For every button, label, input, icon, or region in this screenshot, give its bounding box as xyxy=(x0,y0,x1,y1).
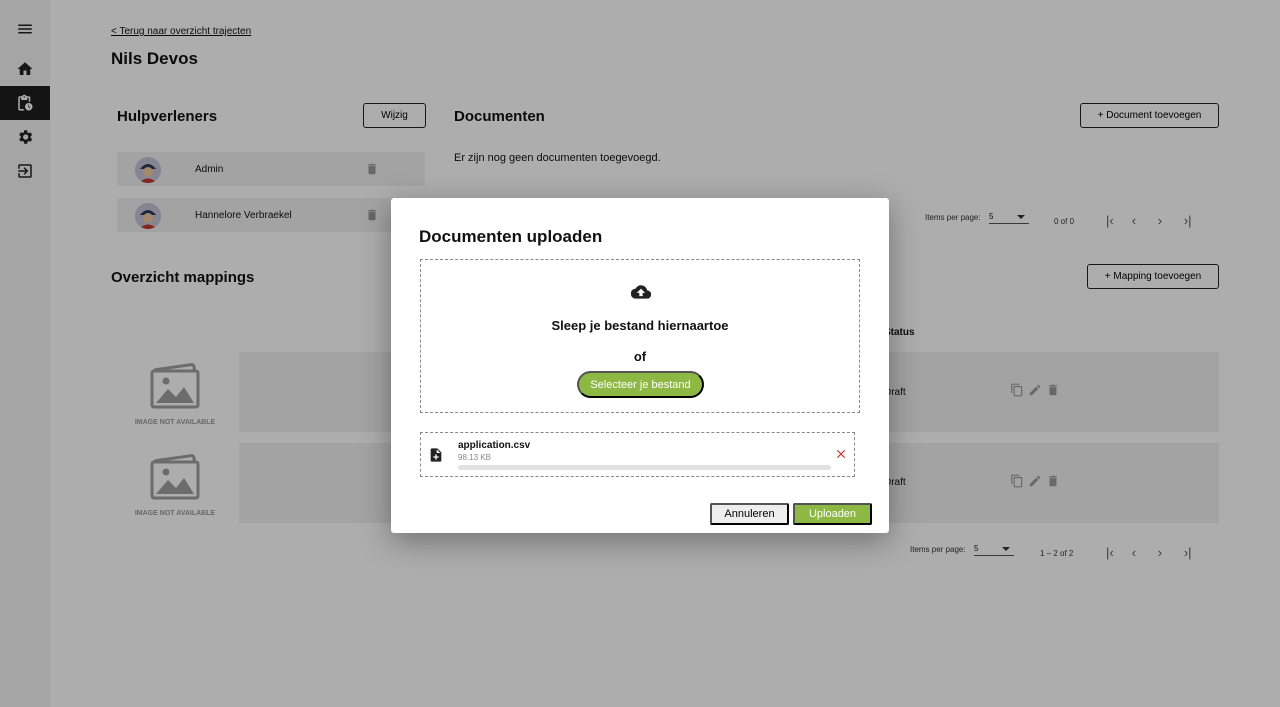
cloud-upload-icon xyxy=(631,285,651,299)
file-item: application.csv 98.13 KB xyxy=(420,432,855,477)
file-size: 98.13 KB xyxy=(458,453,491,462)
file-add-icon xyxy=(430,448,442,462)
close-icon[interactable] xyxy=(834,447,848,461)
dialog-title: Documenten uploaden xyxy=(419,227,603,246)
select-file-button[interactable]: Selecteer je bestand xyxy=(577,371,704,398)
cancel-button[interactable]: Annuleren xyxy=(710,503,789,525)
upload-button[interactable]: Uploaden xyxy=(793,503,872,525)
upload-dialog: Documenten uploaden Sleep je bestand hie… xyxy=(391,198,889,533)
file-name: application.csv xyxy=(458,440,531,451)
drop-text: Sleep je bestand hiernaartoe xyxy=(551,318,729,333)
dropzone[interactable]: Sleep je bestand hiernaartoe of Selectee… xyxy=(420,259,860,413)
upload-progress-bar xyxy=(458,465,831,470)
drop-or-text: of xyxy=(633,349,647,364)
